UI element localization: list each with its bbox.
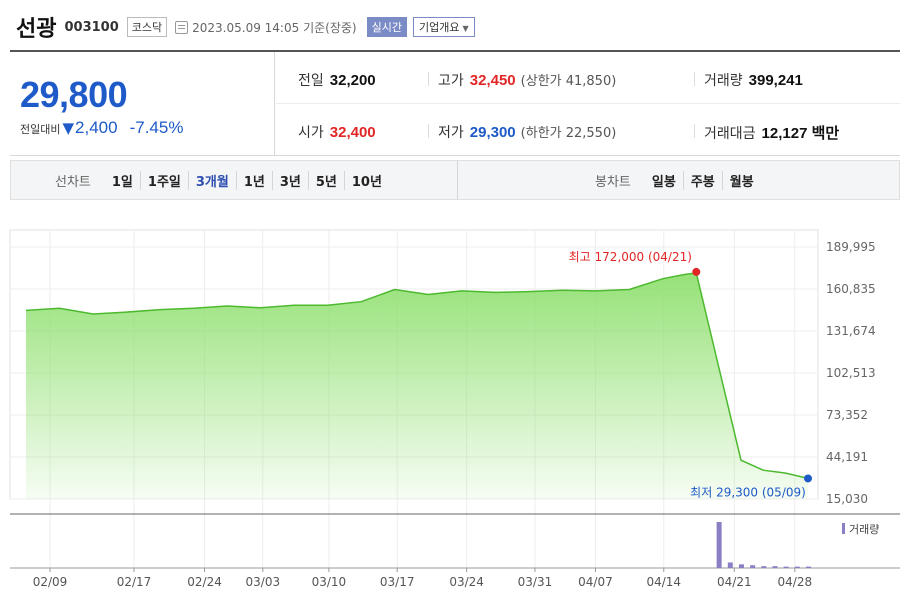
quote-panel: 29,800 전일대비 ▼ 2,400 -7.45% 전일 32,200 고가 32… xyxy=(10,52,900,156)
x-tick-label: 04/21 xyxy=(717,575,752,589)
line-chart-periods: 선차트 1일 1주일 3개월 1년 3년 5년 10년 xyxy=(55,161,389,199)
company-info-dropdown[interactable]: 기업개요 ▼ xyxy=(412,17,475,37)
x-tick-label: 04/28 xyxy=(778,575,813,589)
change-label: 전일대비 xyxy=(20,123,61,136)
price-area xyxy=(26,272,808,499)
period-1w[interactable]: 1주일 xyxy=(139,170,188,190)
x-tick-label: 03/03 xyxy=(246,575,281,589)
open-price: 시가 32,400 xyxy=(298,124,376,141)
high-price: 고가 32,450 (상한가 41,850) xyxy=(438,72,617,89)
chevron-down-icon: ▼ xyxy=(462,24,469,33)
y-tick-label: 15,030 xyxy=(826,492,868,506)
change-percent: -7.45% xyxy=(129,118,184,137)
market-badge: 코스닥 xyxy=(126,17,168,37)
x-tick-label: 02/17 xyxy=(117,575,152,589)
volume-bar xyxy=(806,566,811,568)
period-3y[interactable]: 3년 xyxy=(271,170,308,190)
trade-amount: 거래대금 12,127 백만 xyxy=(704,125,840,142)
volume-bar xyxy=(716,522,722,568)
candle-monthly[interactable]: 월봉 xyxy=(721,170,761,190)
down-triangle-icon: ▼ xyxy=(62,119,75,137)
y-tick-label: 131,674 xyxy=(826,324,876,338)
stock-name: 선광 xyxy=(16,17,57,42)
quote-row-2: 시가 32,400 저가 29,300 (하한가 22,550) 거래대금 12,127… xyxy=(276,104,900,156)
volume-bar xyxy=(761,566,767,568)
volume-bar xyxy=(738,564,744,568)
prev-close: 전일 32,200 xyxy=(298,72,376,89)
period-10y[interactable]: 10년 xyxy=(343,170,389,190)
low-annotation: 최저 29,300 (05/09) xyxy=(690,485,806,499)
x-tick-label: 04/14 xyxy=(646,575,681,589)
price-change: 전일대비 ▼ 2,400 -7.45% xyxy=(20,118,183,138)
x-tick-label: 04/07 xyxy=(578,575,613,589)
volume-bar xyxy=(727,562,733,568)
y-tick-label: 102,513 xyxy=(826,366,876,380)
volume-bar xyxy=(772,566,778,568)
current-price: 29,800 xyxy=(20,74,128,115)
volume-bar xyxy=(794,566,800,568)
x-tick-label: 02/09 xyxy=(33,575,68,589)
candle-weekly[interactable]: 주봉 xyxy=(682,170,722,190)
period-1y[interactable]: 1년 xyxy=(235,170,272,190)
high-annotation: 최고 172,000 (04/21) xyxy=(569,250,692,264)
volume: 거래량 399,241 xyxy=(704,72,803,89)
x-tick-label: 02/24 xyxy=(187,575,222,589)
x-tick-label: 03/17 xyxy=(380,575,415,589)
x-tick-label: 03/31 xyxy=(518,575,553,589)
clock-icon xyxy=(175,20,189,34)
timestamp: 2023.05.09 14:05 기준(장중) xyxy=(192,20,357,35)
line-chart-label: 선차트 xyxy=(55,174,91,190)
volume-legend-label: 거래량 xyxy=(849,523,879,536)
x-tick-label: 03/24 xyxy=(449,575,484,589)
candle-daily[interactable]: 일봉 xyxy=(645,171,683,190)
y-tick-label: 160,835 xyxy=(826,282,876,296)
candle-chart-periods: 봉차트 일봉 주봉 월봉 xyxy=(595,161,761,199)
stock-code: 003100 xyxy=(64,19,119,35)
period-1d[interactable]: 1일 xyxy=(105,171,140,190)
change-amount: 2,400 xyxy=(75,118,118,137)
price-chart[interactable]: 189,995 160,835 131,674 102,513 73,352 44,191… xyxy=(0,200,900,612)
volume-bar xyxy=(783,566,789,568)
chart-svg: 189,995 160,835 131,674 102,513 73,352 44,191… xyxy=(9,229,900,589)
quote-row-1: 전일 32,200 고가 32,450 (상한가 41,850) 거래량 399,241 xyxy=(276,52,900,104)
low-marker xyxy=(804,474,812,483)
period-3m[interactable]: 3개월 xyxy=(187,170,236,190)
high-marker xyxy=(692,267,701,276)
y-tick-label: 73,352 xyxy=(826,408,868,422)
x-tick-label: 03/10 xyxy=(312,575,347,589)
volume-bar xyxy=(750,565,756,568)
y-tick-label: 189,995 xyxy=(826,240,876,254)
candle-chart-label: 봉차트 xyxy=(595,174,631,190)
current-price-box: 29,800 전일대비 ▼ 2,400 -7.45% xyxy=(10,52,275,156)
volume-legend-swatch xyxy=(842,523,845,534)
low-price: 저가 29,300 (하한가 22,550) xyxy=(438,124,617,141)
period-selector: 선차트 1일 1주일 3개월 1년 3년 5년 10년 봉차트 일봉 주봉 월봉 xyxy=(10,160,900,200)
period-5y[interactable]: 5년 xyxy=(307,170,344,190)
y-tick-label: 44,191 xyxy=(826,450,868,464)
stock-header: 선광 003100 코스닥 2023.05.09 14:05 기준(장중) 실시… xyxy=(16,10,475,44)
realtime-button[interactable]: 실시간 xyxy=(366,17,407,37)
